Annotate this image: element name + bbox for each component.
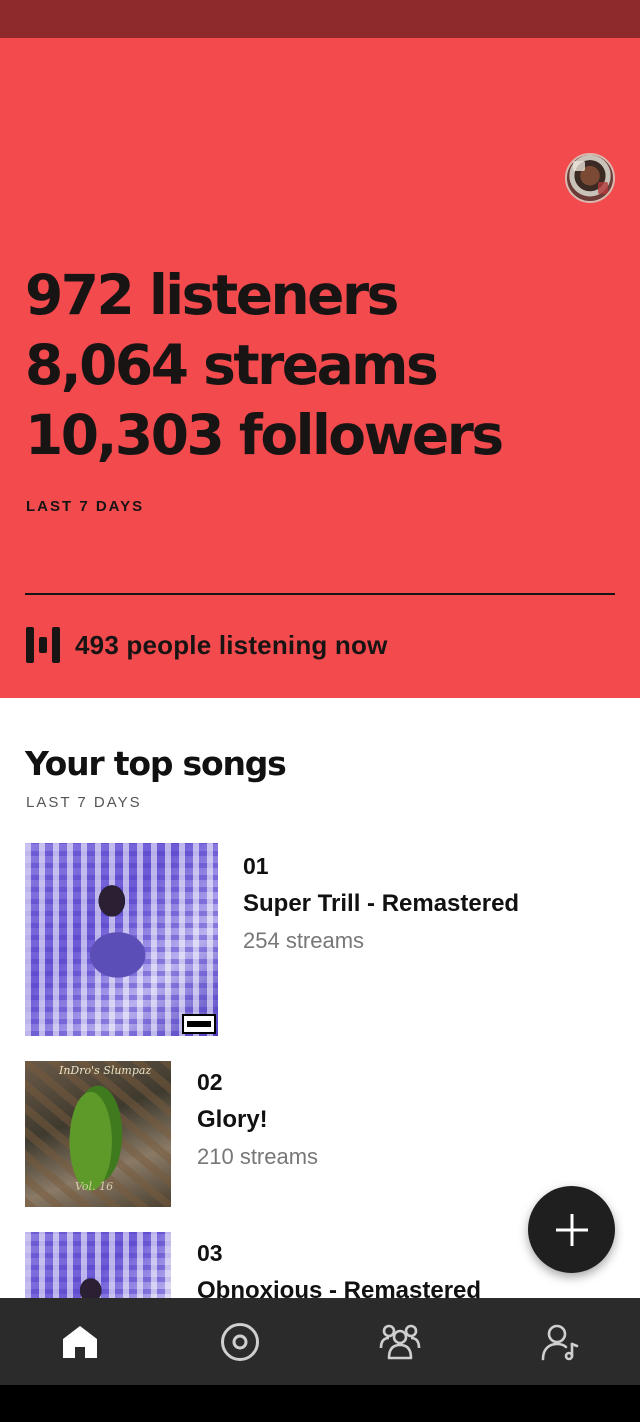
plus-icon xyxy=(555,1213,588,1246)
live-listeners-icon xyxy=(26,627,60,663)
nav-audience[interactable] xyxy=(320,1298,480,1385)
song-rank: 01 xyxy=(243,853,269,879)
song-artwork xyxy=(25,1232,171,1298)
song-rank: 03 xyxy=(197,1240,223,1266)
nav-profile[interactable] xyxy=(480,1298,640,1385)
add-button[interactable] xyxy=(528,1186,615,1273)
status-bar xyxy=(0,0,640,38)
song-artwork: InDro's Slumpaz Vol. 16 xyxy=(25,1061,171,1207)
nav-home[interactable] xyxy=(0,1298,160,1385)
song-meta: 01 Super Trill - Remastered 254 streams xyxy=(243,853,519,954)
listening-now-row[interactable]: 493 people listening now xyxy=(25,626,388,664)
song-meta: 03 Obnoxious - Remastered xyxy=(197,1240,481,1298)
profile-icon xyxy=(541,1324,579,1360)
song-title: Obnoxious - Remastered xyxy=(197,1277,482,1298)
section-title: Your top songs xyxy=(25,744,287,783)
artwork-caption: InDro's Slumpaz xyxy=(59,1064,152,1077)
song-item[interactable]: 03 Obnoxious - Remastered xyxy=(25,1232,615,1298)
song-item[interactable]: 01 Super Trill - Remastered 254 streams xyxy=(25,843,615,1036)
nav-music[interactable] xyxy=(160,1298,320,1385)
song-rank: 02 xyxy=(197,1069,223,1095)
stats-summary: 972 listeners 8,064 streams 10,303 follo… xyxy=(25,260,504,470)
music-disc-icon xyxy=(221,1322,259,1361)
stats-hero: 972 listeners 8,064 streams 10,303 follo… xyxy=(0,38,640,698)
listening-now-text: 493 people listening now xyxy=(75,629,388,660)
listeners-stat: 972 listeners xyxy=(25,263,399,327)
song-item[interactable]: InDro's Slumpaz Vol. 16 02 Glory! 210 st… xyxy=(25,1061,615,1207)
stats-period-label: LAST 7 DAYS xyxy=(26,498,145,515)
bottom-navigation xyxy=(0,1298,640,1385)
artwork-volume: Vol. 16 xyxy=(75,1180,114,1193)
parental-advisory-badge xyxy=(182,1014,216,1034)
song-title: Glory! xyxy=(197,1106,268,1133)
song-meta: 02 Glory! 210 streams xyxy=(197,1069,318,1170)
followers-stat: 10,303 followers xyxy=(25,403,504,467)
song-streams: 210 streams xyxy=(197,1144,319,1169)
song-title: Super Trill - Remastered xyxy=(243,890,520,917)
artist-avatar[interactable] xyxy=(565,153,615,203)
hero-divider xyxy=(25,593,615,595)
home-icon xyxy=(63,1325,97,1358)
song-artwork xyxy=(25,843,218,1036)
section-period-label: LAST 7 DAYS xyxy=(26,794,142,811)
song-streams: 254 streams xyxy=(243,928,365,953)
system-navigation-bar xyxy=(0,1385,640,1422)
audience-icon xyxy=(379,1324,421,1359)
streams-stat: 8,064 streams xyxy=(25,333,439,397)
